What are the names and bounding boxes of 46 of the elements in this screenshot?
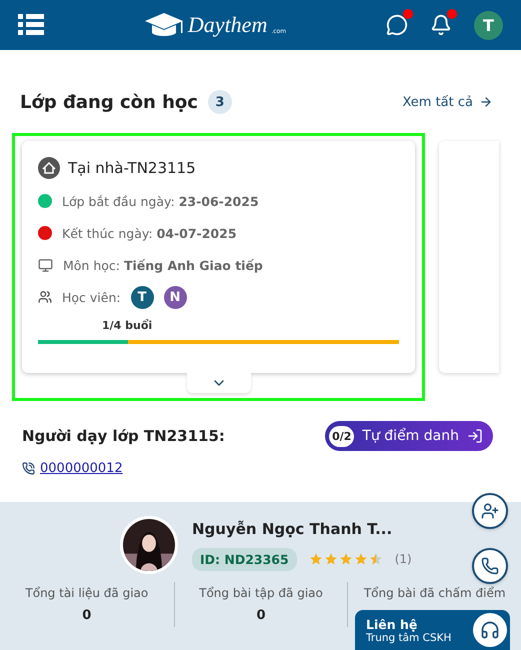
star-icon: [338, 552, 353, 566]
star-icon: [324, 552, 338, 566]
star-icon: [368, 552, 383, 566]
menu-icon[interactable]: [18, 14, 44, 36]
add-user-icon: [481, 502, 499, 520]
count-badge: 3: [208, 90, 232, 114]
chat-icon[interactable]: [386, 14, 408, 36]
status-dot: [38, 226, 52, 240]
stat-value: 0: [256, 608, 266, 623]
graduation-cap-icon: [144, 11, 184, 39]
students-label: Học viên:: [62, 290, 121, 304]
monitor-icon: [38, 258, 53, 272]
add-user-button[interactable]: [472, 493, 508, 529]
stat-label: Tổng tài liệu đã giao: [25, 586, 148, 600]
stat-label: Tổng bài đã chấm điểm: [364, 586, 506, 600]
teacher-id: ID: ND23365: [192, 548, 297, 570]
contact-button[interactable]: Liên hệ Trung tâm CSKH: [355, 610, 510, 650]
phone-icon: [22, 462, 35, 475]
see-all-link[interactable]: Xem tất cả: [402, 94, 493, 110]
subject: Môn học: Tiếng Anh Giao tiếp: [63, 258, 263, 272]
star-icon: [354, 552, 368, 566]
phone-icon: [481, 557, 499, 575]
section-title: Lớp đang còn học: [20, 92, 198, 112]
class-title: Tại nhà-TN23115: [68, 159, 196, 177]
house-icon: [38, 157, 60, 179]
teacher-name: Nguyễn Ngọc Thanh T...: [192, 520, 394, 538]
students-icon: [38, 290, 52, 304]
student-avatar[interactable]: N: [164, 286, 187, 308]
user-avatar[interactable]: T: [474, 10, 503, 40]
teacher-heading: Người dạy lớp TN23115:: [22, 427, 225, 445]
stat-label: Tổng bài tập đã giao: [199, 586, 323, 600]
headset-icon: [480, 620, 500, 640]
end-date: Kết thúc ngày: 04-07-2025: [62, 226, 237, 240]
star-icon: [308, 552, 323, 566]
notification-icon[interactable]: [430, 14, 452, 36]
logo-text: Daythem: [188, 12, 268, 38]
progress-label: 1/4 buổi: [101, 319, 154, 332]
class-card[interactable]: Tại nhà-TN23115 Lớp bắt đầu ngày: 23-06-2025 Kết thúc ngày: 04-07-2025 Môn học: Tiếng Anh Giao tiếp Học viên: T N 1/4 buổi: [22, 141, 415, 373]
start-date: Lớp bắt đầu ngày: 23-06-2025: [62, 194, 259, 208]
stat-value: 0: [82, 608, 92, 623]
sign-in-icon: [467, 428, 483, 444]
review-count: (1): [394, 552, 412, 566]
attendance-button[interactable]: 0/2 Tự điểm danh: [325, 421, 493, 451]
status-dot: [38, 194, 52, 208]
phone-link[interactable]: 0000000012: [40, 461, 123, 476]
student-avatar[interactable]: T: [130, 286, 154, 308]
